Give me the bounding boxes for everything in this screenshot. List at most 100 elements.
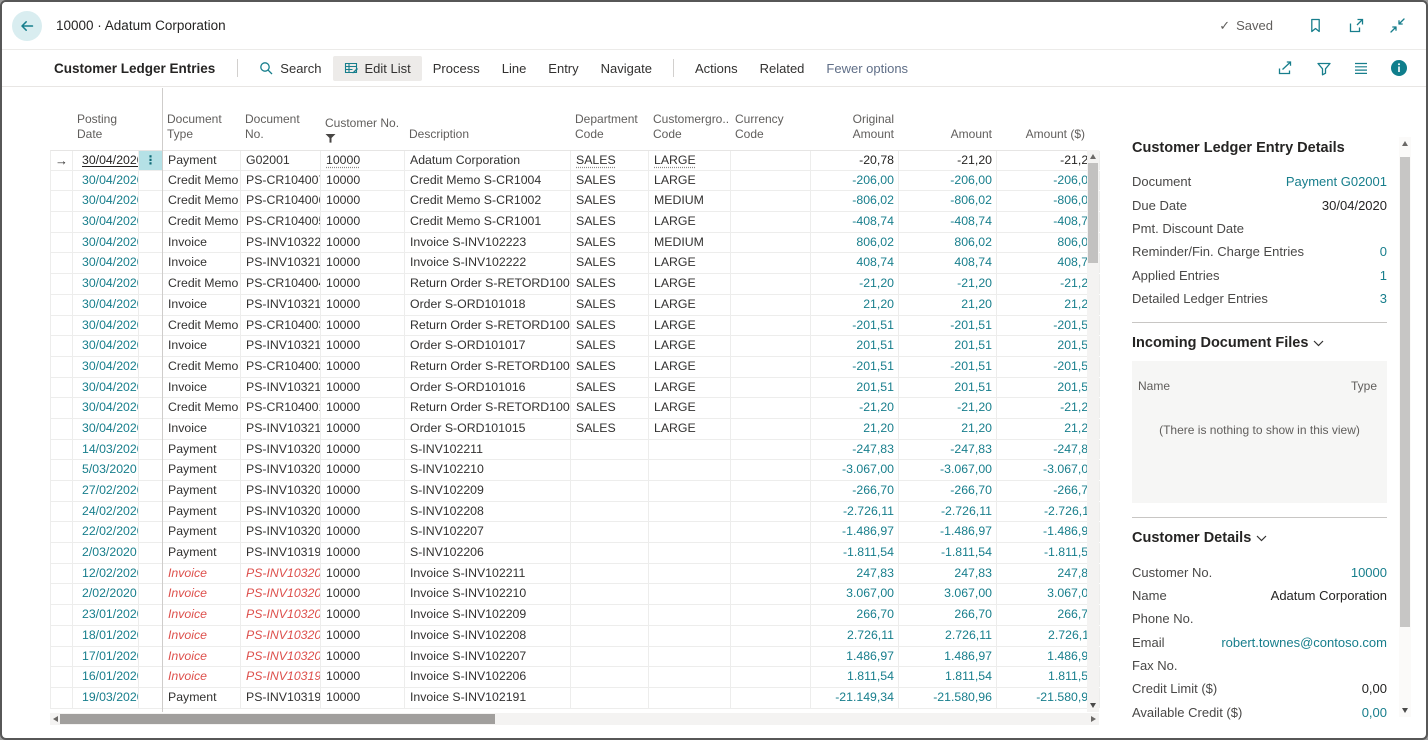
cell-customer-no[interactable]: 10000 (321, 171, 405, 191)
field-value[interactable]: 10000 (1351, 565, 1387, 580)
cell-currency-code[interactable] (731, 543, 811, 563)
cell-posting-date[interactable]: 30/04/2020 (73, 253, 139, 273)
cell-description[interactable]: S-INV102207 (405, 522, 571, 542)
cell-currency-code[interactable] (731, 667, 811, 687)
cell-customergroup-code[interactable] (649, 647, 731, 667)
cell-description[interactable]: Return Order S-RETORD1005 (405, 274, 571, 294)
cell-posting-date[interactable]: 30/04/2020 (73, 274, 139, 294)
cell-amount[interactable]: 408,74 (899, 253, 997, 273)
row-menu[interactable] (139, 626, 163, 646)
menu-navigate[interactable]: Navigate (590, 56, 663, 81)
cell-document-no[interactable]: PS-INV103202 (241, 605, 321, 625)
cell-posting-date[interactable]: 2/02/2020 (73, 584, 139, 604)
cell-department-code[interactable] (571, 626, 649, 646)
cell-amount-usd[interactable]: 247,83 (997, 564, 1100, 584)
cell-document-type[interactable]: Payment (163, 481, 241, 501)
cell-customer-no[interactable]: 10000 (321, 212, 405, 232)
cell-amount[interactable]: 21,20 (899, 295, 997, 315)
cell-department-code[interactable]: SALES (571, 233, 649, 253)
cell-amount-usd[interactable]: -21,20 (997, 274, 1100, 294)
cell-description[interactable]: Invoice S-INV102210 (405, 584, 571, 604)
cell-department-code[interactable] (571, 522, 649, 542)
cell-amount[interactable]: 806,02 (899, 233, 997, 253)
scroll-up-arrow-icon[interactable] (1402, 141, 1408, 146)
row-selector[interactable] (51, 481, 73, 501)
cell-amount-usd[interactable]: -3.067,00 (997, 460, 1100, 480)
cell-customergroup-code[interactable] (649, 564, 731, 584)
table-row[interactable]: 30/04/2020Credit MemoPS-CR10400510000Cre… (50, 212, 1099, 233)
customer-details-heading[interactable]: Customer Details (1115, 530, 1387, 546)
cell-amount-usd[interactable]: 201,51 (997, 378, 1100, 398)
table-row[interactable]: 30/04/2020InvoicePS-INV10321610000Order … (50, 378, 1099, 399)
cell-amount[interactable]: 266,70 (899, 605, 997, 625)
cell-document-no[interactable]: PS-INV103191 (241, 688, 321, 708)
row-menu[interactable] (139, 543, 163, 563)
cell-document-no[interactable]: PS-INV103220 (241, 233, 321, 253)
cell-amount[interactable]: 1.811,54 (899, 667, 997, 687)
cell-amount-usd[interactable]: -21,20 (997, 151, 1100, 170)
cell-document-type[interactable]: Invoice (163, 605, 241, 625)
info-pane-button[interactable] (1390, 59, 1408, 77)
cell-currency-code[interactable] (731, 419, 811, 439)
cell-customergroup-code[interactable]: LARGE (649, 253, 731, 273)
cell-amount[interactable]: 3.067,00 (899, 584, 997, 604)
cell-document-type[interactable]: Credit Memo (163, 274, 241, 294)
cell-document-type[interactable]: Payment (163, 460, 241, 480)
cell-amount[interactable]: -21.580,96 (899, 688, 997, 708)
cell-currency-code[interactable] (731, 522, 811, 542)
cell-original-amount[interactable]: 21,20 (811, 295, 899, 315)
cell-customergroup-code[interactable]: LARGE (649, 171, 731, 191)
col-header-currency-code[interactable]: Currency Code (730, 112, 810, 150)
cell-customer-no[interactable]: 10000 (321, 543, 405, 563)
cell-document-type[interactable]: Credit Memo (163, 398, 241, 418)
row-selector[interactable] (51, 647, 73, 667)
cell-currency-code[interactable] (731, 647, 811, 667)
cell-amount-usd[interactable]: -21.580,96 (997, 688, 1100, 708)
row-menu[interactable] (139, 647, 163, 667)
cell-amount-usd[interactable]: -247,83 (997, 440, 1100, 460)
row-menu[interactable] (139, 191, 163, 211)
cell-amount[interactable]: -201,51 (899, 357, 997, 377)
row-menu[interactable] (139, 398, 163, 418)
cell-amount[interactable]: -206,00 (899, 171, 997, 191)
row-selector[interactable] (51, 336, 73, 356)
cell-original-amount[interactable]: -1.811,54 (811, 543, 899, 563)
cell-original-amount[interactable]: 266,70 (811, 605, 899, 625)
cell-amount[interactable]: 201,51 (899, 378, 997, 398)
field-value[interactable]: 0 (1380, 244, 1387, 259)
cell-amount-usd[interactable]: -806,02 (997, 191, 1100, 211)
row-selector[interactable] (51, 419, 73, 439)
cell-posting-date[interactable]: 17/01/2020 (73, 647, 139, 667)
list-view-button[interactable] (1353, 61, 1369, 75)
cell-original-amount[interactable]: 21,20 (811, 419, 899, 439)
cell-posting-date[interactable]: 30/04/2020 (73, 233, 139, 253)
cell-currency-code[interactable] (731, 316, 811, 336)
table-row[interactable]: 12/02/2020InvoicePS-INV10320410000Invoic… (50, 564, 1099, 585)
cell-amount[interactable]: -1.486,97 (899, 522, 997, 542)
table-row[interactable]: 30/04/2020Credit MemoPS-CR10400110000Ret… (50, 398, 1099, 419)
menu-actions[interactable]: Actions (684, 56, 749, 81)
cell-document-type[interactable]: Invoice (163, 419, 241, 439)
cell-description[interactable]: Order S-ORD101018 (405, 295, 571, 315)
cell-original-amount[interactable]: -206,00 (811, 171, 899, 191)
cell-description[interactable]: Invoice S-INV102209 (405, 605, 571, 625)
cell-amount[interactable]: 2.726,11 (899, 626, 997, 646)
cell-customergroup-code[interactable]: LARGE (649, 336, 731, 356)
cell-document-type[interactable]: Payment (163, 543, 241, 563)
cell-customer-no[interactable]: 10000 (321, 419, 405, 439)
cell-document-no[interactable]: PS-CR104006 (241, 191, 321, 211)
cell-posting-date[interactable]: 2/03/2020 (73, 543, 139, 563)
cell-document-no[interactable]: PS-INV103200 (241, 522, 321, 542)
col-header-document-type[interactable]: Document Type (162, 112, 240, 150)
cell-customer-no[interactable]: 10000 (321, 253, 405, 273)
cell-department-code[interactable]: SALES (571, 171, 649, 191)
table-row[interactable]: 30/04/2020InvoicePS-INV10321710000Order … (50, 336, 1099, 357)
cell-original-amount[interactable]: -806,02 (811, 191, 899, 211)
table-row[interactable]: 22/02/2020PaymentPS-INV10320010000S-INV1… (50, 522, 1099, 543)
row-menu[interactable] (139, 171, 163, 191)
cell-amount[interactable]: -1.811,54 (899, 543, 997, 563)
cell-document-no[interactable]: PS-INV103201 (241, 626, 321, 646)
table-row[interactable]: 18/01/2020InvoicePS-INV10320110000Invoic… (50, 626, 1099, 647)
cell-document-type[interactable]: Credit Memo (163, 171, 241, 191)
cell-customergroup-code[interactable]: MEDIUM (649, 233, 731, 253)
